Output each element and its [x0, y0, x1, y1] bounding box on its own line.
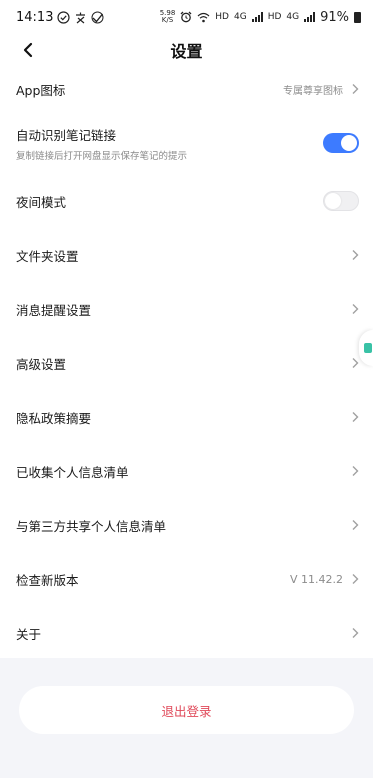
- signal-icon-2: [304, 12, 316, 22]
- logout-button[interactable]: 退出登录: [19, 686, 354, 734]
- setting-value: 专属尊享图标: [283, 85, 343, 97]
- setting-label: 文件夹设置: [16, 248, 79, 264]
- footer: 退出登录: [0, 658, 373, 778]
- version-value: V 11.42.2: [289, 572, 343, 586]
- floating-side-tab[interactable]: [359, 330, 373, 366]
- floating-tab-icon: [364, 343, 372, 353]
- setting-sub: 复制链接后打开网盘显示保存笔记的提示: [16, 150, 188, 162]
- nav-bar: 设置: [0, 34, 373, 66]
- clock: 14:13: [16, 9, 54, 25]
- setting-label: 检查新版本: [16, 572, 79, 588]
- lte-label-1: 4G: [233, 12, 247, 22]
- setting-auto-link: 自动识别笔记链接 复制链接后打开网盘显示保存笔记的提示: [0, 112, 373, 174]
- setting-text: 自动识别笔记链接 复制链接后打开网盘显示保存笔记的提示: [16, 125, 187, 162]
- setting-label: 隐私政策摘要: [16, 410, 92, 426]
- setting-notify[interactable]: 消息提醒设置: [0, 282, 373, 336]
- setting-right: V 11.42.2: [290, 573, 359, 586]
- setting-folder[interactable]: 文件夹设置: [0, 228, 373, 282]
- status-bar: 14:13 5.98 K/S HD 4G HD 4G 91%: [0, 0, 373, 34]
- chevron-right-icon: [352, 304, 359, 314]
- chevron-right-icon: [352, 358, 359, 368]
- setting-label: 消息提醒设置: [16, 302, 92, 318]
- wifi-icon: [197, 12, 210, 22]
- check-circle-icon: [57, 10, 71, 24]
- chevron-right-icon: [352, 84, 359, 94]
- chevron-right-icon: [352, 250, 359, 260]
- chevron-right-icon: [352, 520, 359, 530]
- chevron-right-icon: [352, 628, 359, 638]
- check-icon: [91, 11, 104, 23]
- alarm-icon: [180, 11, 192, 23]
- back-button[interactable]: [14, 36, 42, 64]
- setting-label: App图标: [16, 82, 66, 98]
- setting-label: 关于: [16, 626, 42, 642]
- battery-icon: [354, 11, 361, 23]
- setting-label: 夜间模式: [16, 194, 67, 210]
- setting-label: 与第三方共享个人信息清单: [16, 518, 167, 534]
- net-speed: 5.98 K/S: [160, 10, 176, 24]
- hd-label-2: HD: [267, 12, 282, 22]
- chevron-right-icon: [352, 412, 359, 422]
- setting-about[interactable]: 关于: [0, 606, 373, 660]
- toggle-knob: [325, 193, 341, 209]
- setting-shared[interactable]: 与第三方共享个人信息清单: [0, 498, 373, 552]
- hd-label-1: HD: [215, 12, 229, 22]
- status-left: 14:13: [16, 10, 104, 25]
- toggle-knob: [341, 135, 357, 151]
- chevron-right-icon: [352, 466, 359, 476]
- status-right: 5.98 K/S HD 4G HD 4G 91%: [160, 10, 361, 25]
- setting-label: 高级设置: [16, 356, 67, 372]
- page-title: 设置: [170, 42, 203, 61]
- chevron-left-icon: [23, 42, 33, 58]
- net-speed-unit: K/S: [161, 16, 174, 24]
- setting-privacy[interactable]: 隐私政策摘要: [0, 390, 373, 444]
- setting-advanced[interactable]: 高级设置: [0, 336, 373, 390]
- chevron-right-icon: [352, 574, 359, 584]
- night-mode-toggle[interactable]: [323, 191, 359, 211]
- auto-link-toggle[interactable]: [323, 133, 359, 153]
- setting-update[interactable]: 检查新版本 V 11.42.2: [0, 552, 373, 606]
- setting-label: 已收集个人信息清单: [16, 464, 129, 480]
- lte-label-2: 4G: [286, 12, 300, 22]
- setting-app-icon[interactable]: App图标 专属尊享图标: [0, 66, 373, 112]
- setting-right: 专属尊享图标: [283, 82, 359, 97]
- setting-label: 自动识别笔记链接: [16, 127, 117, 143]
- app-icon: [76, 12, 86, 23]
- settings-list: App图标 专属尊享图标 自动识别笔记链接 复制链接后打开网盘显示保存笔记的提示…: [0, 66, 373, 660]
- battery-percent: 91%: [320, 9, 349, 25]
- setting-night-mode: 夜间模式: [0, 174, 373, 228]
- signal-icon-1: [251, 12, 263, 22]
- setting-collected[interactable]: 已收集个人信息清单: [0, 444, 373, 498]
